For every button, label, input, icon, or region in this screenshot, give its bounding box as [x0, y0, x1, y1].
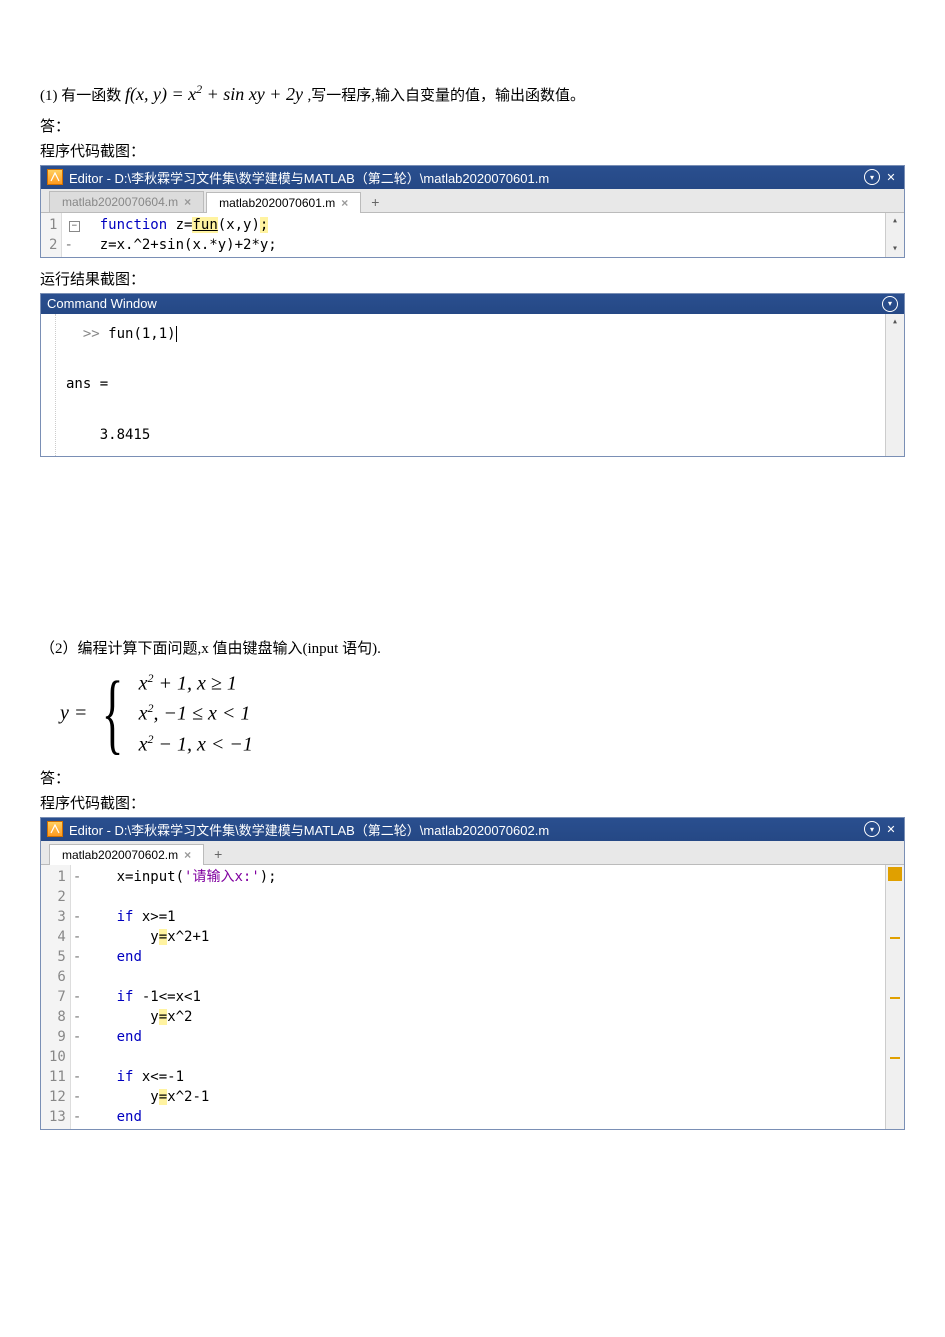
editor2-code[interactable]: 12345678910111213 - --- --- --- x=input(… [41, 865, 904, 1129]
q1-result-caption: 运行结果截图： [40, 268, 905, 289]
case-3: x2 − 1, x < −1 [139, 732, 253, 757]
line-gutter: 12345678910111213 [41, 865, 71, 1129]
scroll-up-icon[interactable]: ▴ [887, 213, 903, 229]
breakpoint-gutter: - [62, 213, 76, 257]
q1-formula: f(x, y) = x2 + sin xy + 2y [125, 84, 307, 104]
tab-label: matlab2020070602.m [62, 848, 178, 862]
question1: (1) 有一函数 f(x, y) = x2 + sin xy + 2y ,写一程… [40, 80, 905, 109]
editor-window-2: Editor - D:\李秋霖学习文件集\数学建模与MATLAB（第二轮）\ma… [40, 817, 905, 1130]
dropdown-icon[interactable]: ▾ [864, 821, 880, 837]
cmd-title-text: Command Window [47, 296, 878, 311]
tab-matlab2020070604[interactable]: matlab2020070604.m × [49, 191, 204, 212]
cmd-margin [41, 314, 56, 456]
q1-suffix: ,写一程序,输入自变量的值，输出函数值。 [307, 88, 585, 104]
scroll-down-icon[interactable]: ▾ [887, 241, 903, 257]
command-window: Command Window ▾ >> fun(1,1) ans = 3.841… [40, 293, 905, 457]
q1-answer-label: 答： [40, 115, 905, 136]
lint-warning-icon[interactable] [890, 997, 900, 999]
close-icon[interactable]: ✕ [884, 822, 898, 836]
editor1-titlebar[interactable]: Editor - D:\李秋霖学习文件集\数学建模与MATLAB（第二轮）\ma… [41, 166, 904, 189]
q2-answer-label: 答： [40, 767, 905, 788]
tab-matlab2020070601[interactable]: matlab2020070601.m × [206, 192, 361, 213]
code-text[interactable]: − function z=fun(x,y); z=x.^2+sin(x.*y)+… [77, 213, 885, 257]
dropdown-icon[interactable]: ▾ [882, 296, 898, 312]
line-gutter: 12 [41, 213, 62, 257]
tab-label: matlab2020070604.m [62, 195, 178, 209]
editor1-title-text: Editor - D:\李秋霖学习文件集\数学建模与MATLAB（第二轮）\ma… [69, 168, 860, 187]
tab-label: matlab2020070601.m [219, 196, 335, 210]
editor-app-icon [47, 169, 63, 185]
tab-matlab2020070602[interactable]: matlab2020070602.m × [49, 844, 204, 865]
tab-add-button[interactable]: + [206, 844, 230, 864]
editor1-tabs: matlab2020070604.m × matlab2020070601.m … [41, 189, 904, 213]
editor1-code[interactable]: 12 - − function z=fun(x,y); z=x.^2+sin(x… [41, 213, 904, 257]
scroll-up-icon[interactable]: ▴ [887, 314, 903, 330]
close-icon[interactable]: ✕ [884, 170, 898, 184]
tab-close-icon[interactable]: × [341, 196, 348, 210]
editor-window-1: Editor - D:\李秋霖学习文件集\数学建模与MATLAB（第二轮）\ma… [40, 165, 905, 258]
code-text[interactable]: x=input('请输入x:'); if x>=1 y=x^2+1 end if… [85, 865, 885, 1129]
editor-app-icon [47, 821, 63, 837]
case-1: x2 + 1, x ≥ 1 [139, 671, 253, 696]
q2-code-caption: 程序代码截图： [40, 792, 905, 813]
y-equals: y = [60, 702, 87, 725]
q1-code-caption: 程序代码截图： [40, 140, 905, 161]
editor2-tabs: matlab2020070602.m × + [41, 841, 904, 865]
tab-close-icon[interactable]: × [184, 848, 191, 862]
q1-prefix: (1) 有一函数 [40, 88, 125, 104]
editor2-title-text: Editor - D:\李秋霖学习文件集\数学建模与MATLAB（第二轮）\ma… [69, 820, 860, 839]
tab-add-button[interactable]: + [363, 192, 387, 212]
cmd-output[interactable]: >> fun(1,1) ans = 3.8415 [56, 314, 885, 456]
breakpoint-gutter: - --- --- --- [71, 865, 85, 1129]
scrollbar[interactable]: ▴ ▾ [885, 213, 904, 257]
tab-close-icon[interactable]: × [184, 195, 191, 209]
piecewise-equation: y = { x2 + 1, x ≥ 1 x2, −1 ≤ x < 1 x2 − … [60, 669, 905, 759]
cmd-titlebar[interactable]: Command Window ▾ [41, 294, 904, 314]
case-2: x2, −1 ≤ x < 1 [139, 701, 253, 726]
lint-warning-icon[interactable] [890, 1057, 900, 1059]
scrollbar[interactable] [885, 865, 904, 1129]
question2: （2）编程计算下面问题,x 值由键盘输入(input 语句). [40, 637, 905, 661]
cases: x2 + 1, x ≥ 1 x2, −1 ≤ x < 1 x2 − 1, x <… [139, 671, 253, 757]
editor2-titlebar[interactable]: Editor - D:\李秋霖学习文件集\数学建模与MATLAB（第二轮）\ma… [41, 818, 904, 841]
lint-status-icon [888, 867, 902, 881]
dropdown-icon[interactable]: ▾ [864, 169, 880, 185]
scrollbar[interactable]: ▴ [885, 314, 904, 456]
fold-icon[interactable]: − [69, 221, 80, 232]
brace-icon: { [102, 669, 124, 759]
lint-warning-icon[interactable] [890, 937, 900, 939]
